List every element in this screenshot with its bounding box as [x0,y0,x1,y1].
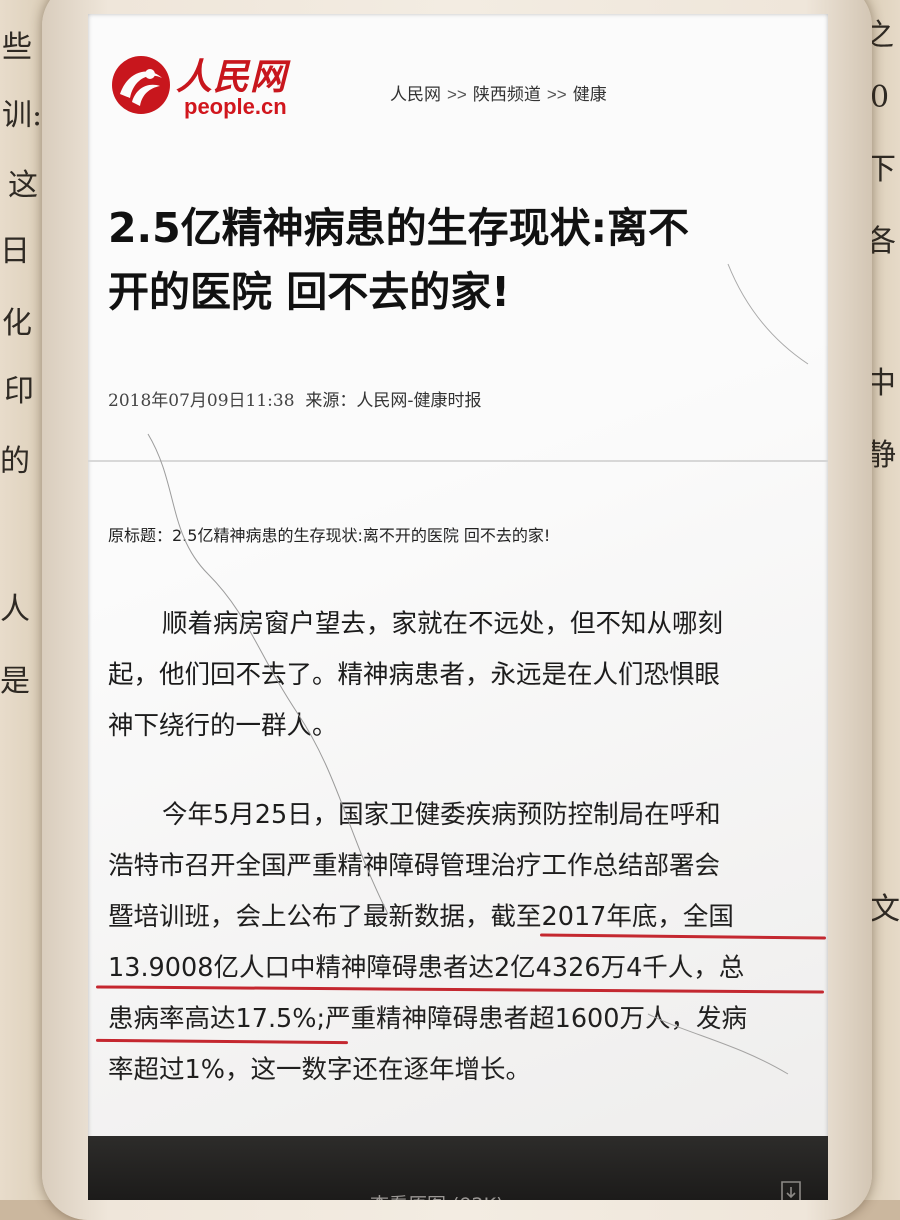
view-original-button[interactable]: 查看原图 (92K) [370,1190,504,1200]
article-title: 2.5亿精神病患的生存现状:离不 开的医院 回不去的家! [108,196,798,324]
paragraph-line: 今年5月25日，国家卫健委疾病预防控制局在呼和 [162,800,721,830]
logo-chinese-text: 人民网 [176,56,288,98]
paragraph-line: 顺着病房窗户望去，家就在不远处，但不知从哪刻 [162,609,724,639]
book-text: 印 [4,374,34,409]
phone-screen: 人民网 people.cn 人民网 >> 陕西频道 >> 健康 2.5亿精神病患的生存现… [88,14,828,1200]
site-logo[interactable]: 人民网 people.cn [110,46,330,126]
divider [88,460,828,462]
people-logo-icon [112,56,170,114]
article-paragraph: 今年5月25日，国家卫健委疾病预防控制局在呼和 浩特市召开全国严重精神障碍管理治… [108,790,820,1096]
book-text: 这 [8,168,38,203]
logo-english-text: people.cn [184,94,287,119]
breadcrumb-separator: >> [546,85,567,104]
paragraph-line: 率超过1%，这一数字还在逐年增长。 [108,1055,531,1085]
paragraph-line: 起，他们回不去了。精神病患者，永远是在人们恐惧眼 [108,660,721,690]
breadcrumb: 人民网 >> 陕西频道 >> 健康 [390,80,607,105]
book-text: 些 [2,30,32,65]
book-text: 是 [0,664,30,699]
book-text: 0 [870,80,890,115]
book-text: 日 [0,234,30,269]
breadcrumb-item-health[interactable]: 健康 [573,85,607,104]
original-title: 原标题：2.5亿精神病患的生存现状:离不开的医院 回不去的家! [108,526,551,545]
site-header: 人民网 people.cn 人民网 >> 陕西频道 >> 健康 [88,14,828,144]
source-label: 来源： [305,391,357,411]
article-source[interactable]: 人民网-健康时报 [356,391,481,411]
paragraph-line: 浩特市召开全国严重精神障碍管理治疗工作总结部署会 [108,851,721,881]
breadcrumb-separator: >> [447,85,467,104]
image-viewer-bar: 查看原图 (92K) [88,1136,828,1200]
book-text: 化 [2,306,32,341]
book-text: 的 [0,444,30,479]
book-text: 人 [0,592,30,627]
breadcrumb-item-home[interactable]: 人民网 [390,85,441,104]
book-text: 训: [2,98,43,133]
paragraph-line: 患病率高达17.5%;严重精神障碍患者超1600万人，发病 [108,1004,747,1034]
book-text: 文 [870,892,900,927]
article-title-line: 2.5亿精神病患的生存现状:离不 [108,204,690,252]
article-paragraph: 顺着病房窗户望去，家就在不远处，但不知从哪刻 起，他们回不去了。精神病患者，永远… [108,599,820,752]
article-meta: 2018年07月09日11:38 来源：人民网-健康时报 [108,386,481,411]
article-date: 2018年07月09日11:38 [108,391,295,411]
paragraph-line: 神下绕行的一群人。 [108,711,338,741]
download-icon[interactable] [778,1180,804,1200]
breadcrumb-item-shaanxi[interactable]: 陕西频道 [473,85,541,104]
article-title-line: 开的医院 回不去的家! [108,268,510,316]
